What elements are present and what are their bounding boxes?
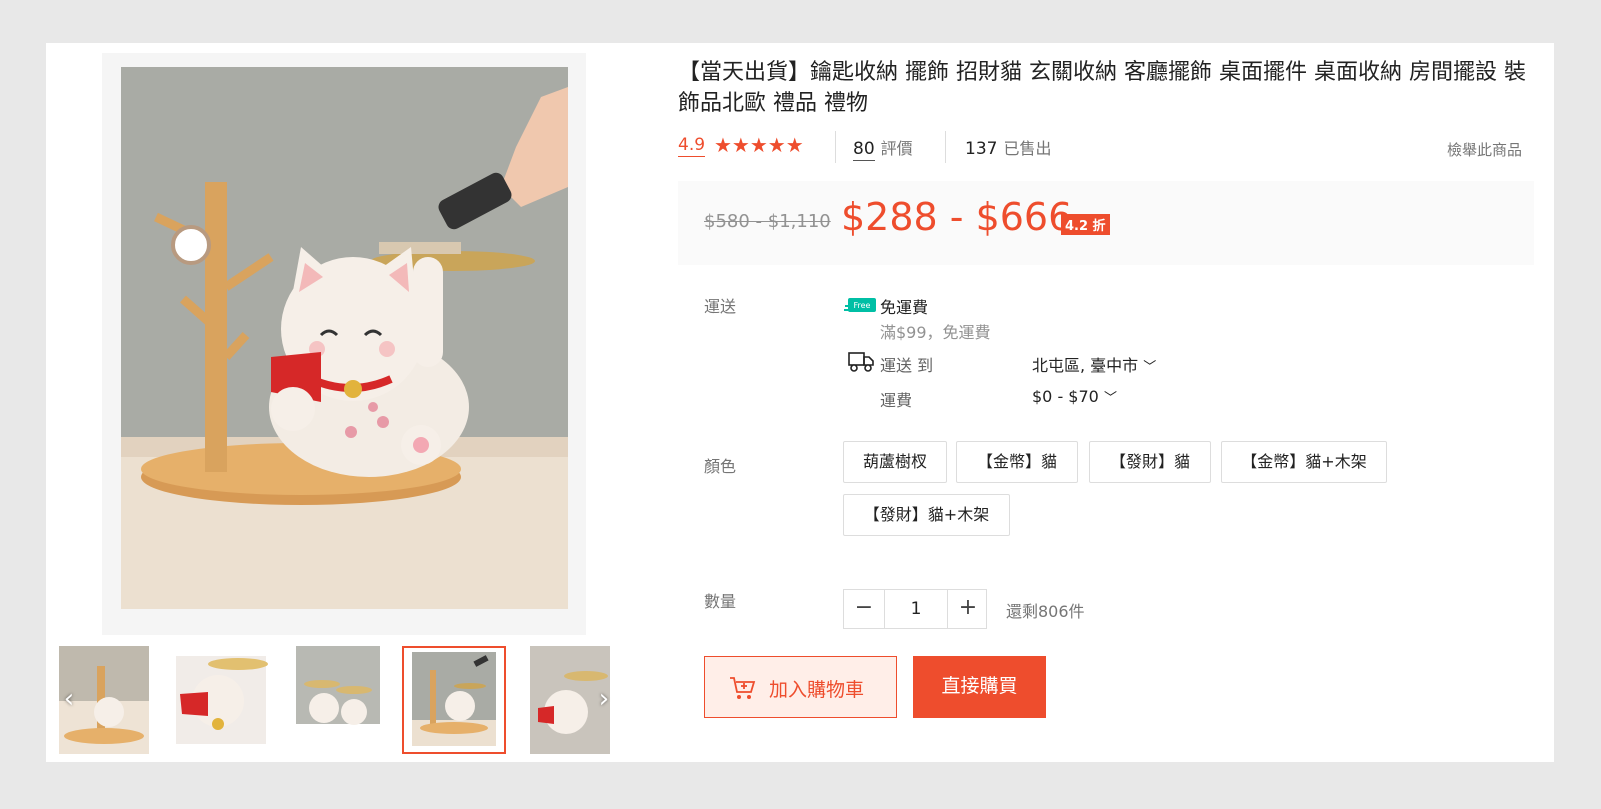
truck-icon (848, 352, 874, 372)
add-to-cart-label: 加入購物車 (769, 680, 865, 701)
free-shipping-title: 免運費 (880, 298, 929, 317)
thumbnail-strip: ‹ › (59, 646, 623, 756)
buy-now-button[interactable]: 直接購買 (913, 656, 1046, 718)
shipping-fee-selector[interactable]: $0 - $70 ﹀ (1032, 387, 1117, 406)
sold-count: 137 (965, 139, 998, 159)
stats-divider (945, 131, 946, 163)
thumbnail-3[interactable] (296, 646, 380, 754)
chevron-down-icon: ﹀ (1143, 360, 1157, 375)
product-title: 【當天出貨】鑰匙收納 擺飾 招財貓 玄關收納 客廳擺飾 桌面擺件 桌面收納 房間… (678, 60, 1526, 116)
variant-option[interactable]: 【發財】貓+木架 (843, 494, 1010, 536)
rating-value[interactable]: 4.9 (678, 135, 706, 157)
shipping-fee-value: $0 - $70 (1032, 387, 1099, 406)
rating-stars-icon: ★★★★★ (714, 133, 804, 157)
ship-to-value: 北屯區, 臺中市 (1032, 356, 1139, 375)
free-shipping-condition: 滿$99，免運費 (880, 323, 991, 342)
product-stats: 4.9 ★★★★★ 80 評價 137 已售出 檢舉此商品 (678, 131, 1528, 167)
main-product-image[interactable] (121, 67, 568, 609)
reviews-label: 評價 (880, 139, 913, 158)
ship-to-label: 運送 到 (880, 356, 934, 375)
sold-label: 已售出 (1003, 139, 1052, 158)
stock-remaining: 還剩806件 (1006, 602, 1085, 621)
add-to-cart-button[interactable]: 加入購物車 (704, 656, 897, 718)
variant-option[interactable]: 【發財】貓 (1089, 441, 1211, 483)
variant-label: 顏色 (704, 457, 737, 476)
thumbnail-2[interactable] (170, 646, 270, 754)
thumbnail-next-arrow[interactable]: › (594, 684, 614, 714)
price-box: $580 - $1,110 $288 - $666 4.2 折 (678, 181, 1534, 265)
reviews-stat[interactable]: 80 評價 (853, 135, 913, 161)
sold-stat: 137 已售出 (965, 135, 1051, 159)
product-info: 【當天出貨】鑰匙收納 擺飾 招財貓 玄關收納 客廳擺飾 桌面擺件 桌面收納 房間… (678, 43, 1534, 762)
variant-option[interactable]: 葫蘆樹杈 (843, 441, 947, 483)
free-icon-text: Free (854, 301, 871, 310)
report-product-link[interactable]: 檢舉此商品 (1447, 139, 1522, 160)
free-shipping-icon: Free (844, 298, 876, 312)
quantity-label: 數量 (704, 592, 737, 611)
current-price: $288 - $666 (841, 195, 1073, 239)
discount-badge: 4.2 折 (1061, 214, 1110, 235)
quantity-decrease-button[interactable]: − (844, 590, 884, 628)
quantity-increase-button[interactable]: + (948, 590, 988, 628)
shipping-label: 運送 (704, 297, 737, 316)
reviews-count: 80 (853, 139, 875, 161)
quantity-input[interactable]: 1 (884, 590, 948, 628)
variant-option[interactable]: 【金幣】貓 (956, 441, 1078, 483)
quantity-stepper: − 1 + (843, 589, 987, 629)
cart-plus-icon (730, 677, 756, 699)
original-price: $580 - $1,110 (704, 211, 831, 232)
variant-option[interactable]: 【金幣】貓+木架 (1221, 441, 1387, 483)
product-card: ‹ › 【當天出貨】鑰匙收納 擺飾 招財貓 玄關收納 客廳擺飾 桌面擺件 桌面收… (46, 43, 1554, 762)
main-image-frame (102, 53, 586, 635)
chevron-down-icon: ﹀ (1103, 391, 1117, 406)
stats-divider (835, 131, 836, 163)
thumbnail-4[interactable] (402, 646, 506, 754)
thumbnail-prev-arrow[interactable]: ‹ (59, 684, 79, 714)
ship-to-selector[interactable]: 北屯區, 臺中市 ﹀ (1032, 352, 1156, 376)
shipping-fee-label: 運費 (880, 391, 913, 410)
